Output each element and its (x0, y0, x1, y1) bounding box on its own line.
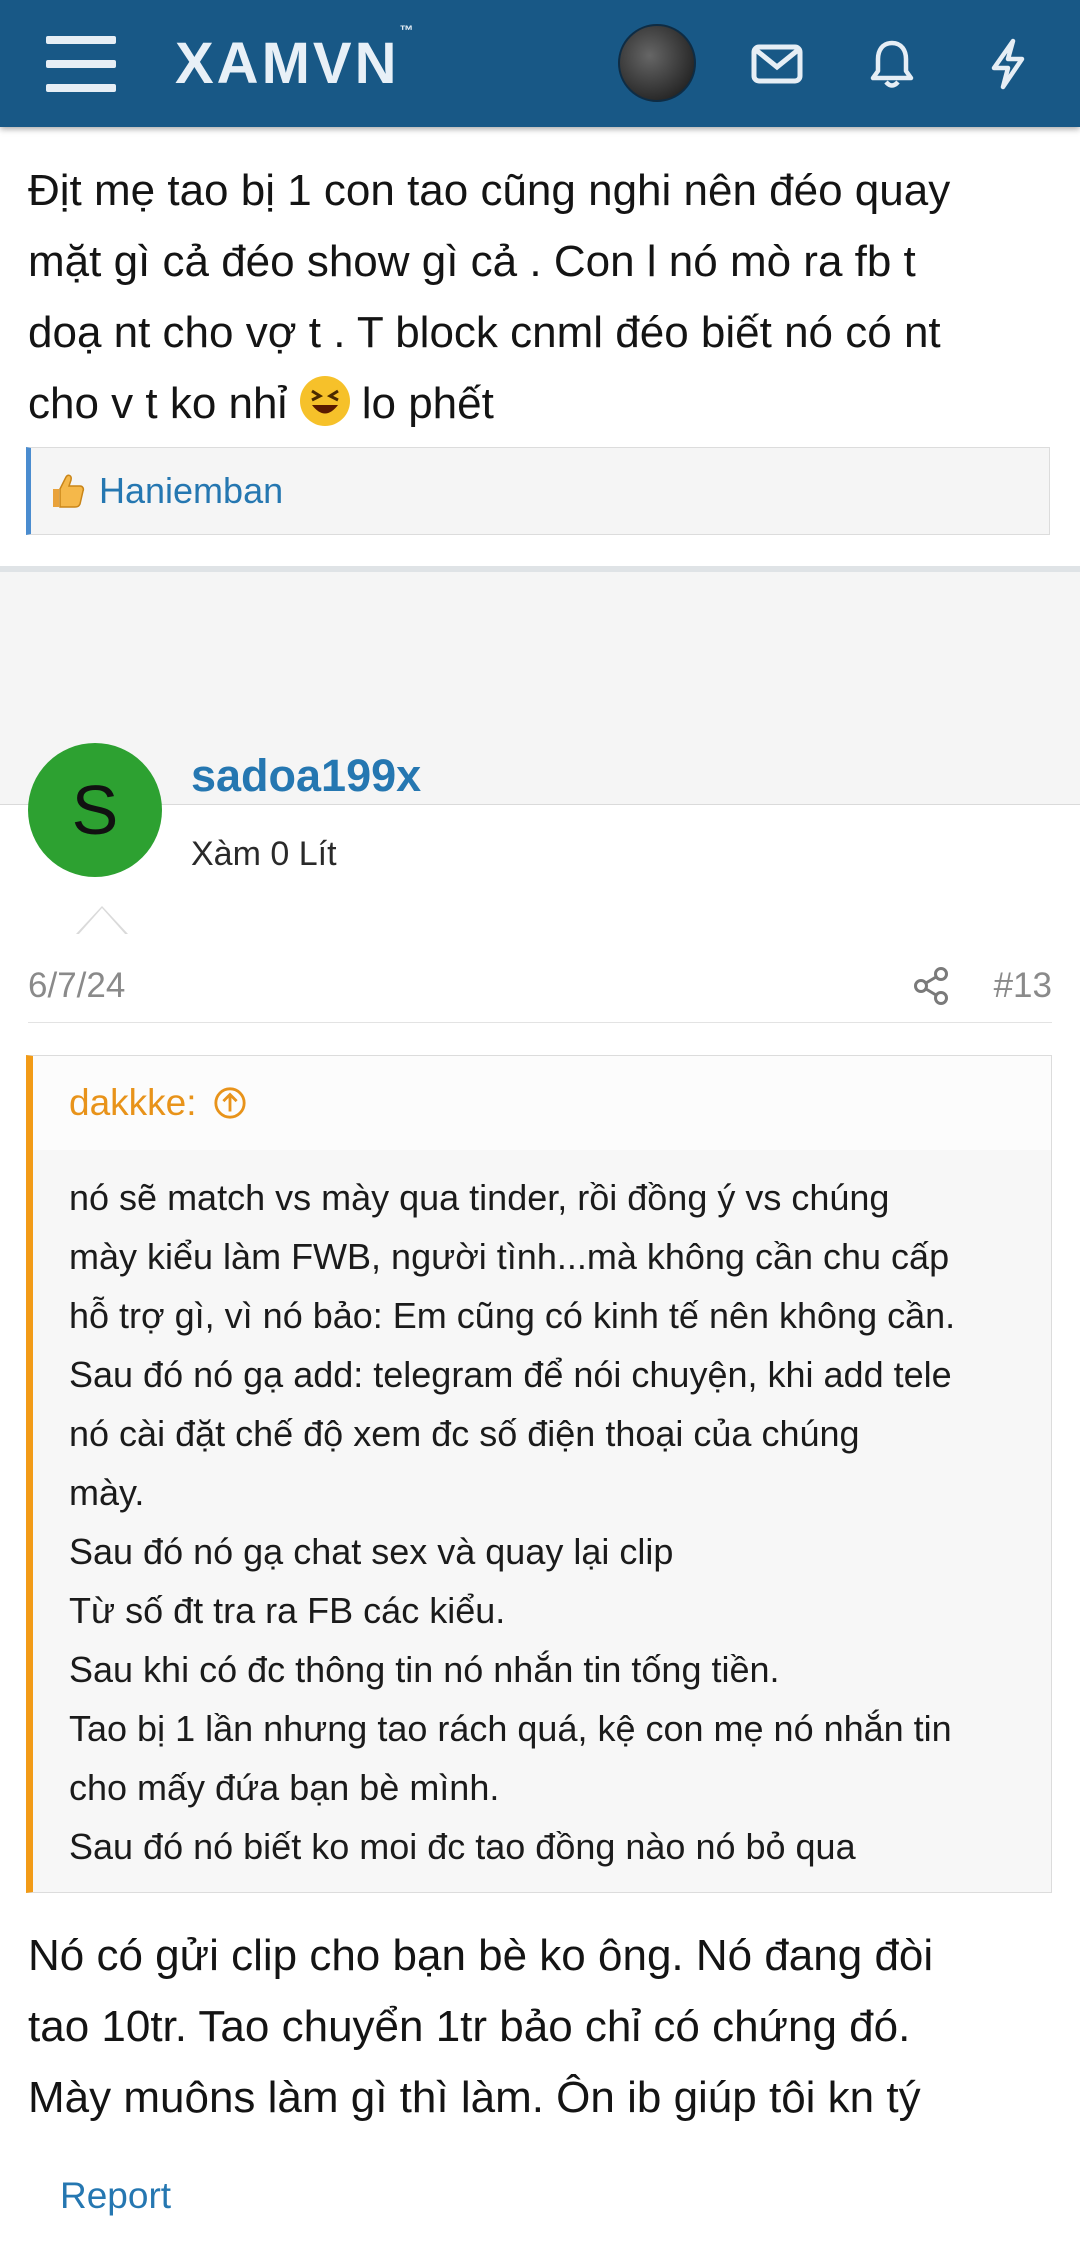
meta-divider (28, 1022, 1052, 1023)
quote-line: hỗ trợ gì, vì nó bảo: Em cũng có kinh tế… (69, 1295, 956, 1336)
menu-icon[interactable] (46, 36, 116, 92)
post-line-text: cho v t ko nhỉ (28, 379, 288, 428)
quote-body: nó sẽ match vs mày qua tinder, rồi đồng … (33, 1150, 1051, 1876)
avatar-letter: S (71, 771, 119, 849)
share-icon[interactable] (912, 966, 950, 1015)
laughing-emoji-icon (299, 376, 350, 426)
quote-line: cho mấy đứa bạn bè mình. (69, 1767, 500, 1808)
site-logo[interactable]: XAMVN™ (175, 22, 416, 97)
post-line: cho v t ko nhỉ lo phết (28, 368, 1052, 439)
post-line: mặt gì cả đéo show gì cả . Con l nó mò r… (28, 237, 916, 286)
logo-tm: ™ (399, 21, 417, 38)
quote-header[interactable]: dakkke: (33, 1056, 1051, 1150)
quote-line: Sau đó nó biết ko moi đc tao đồng nào nó… (69, 1826, 856, 1867)
lightning-icon[interactable] (978, 34, 1038, 94)
post-line: Nó có gửi clip cho bạn bè ko ông. Nó đan… (28, 1931, 934, 1980)
quote-line: Sau khi có đc thông tin nó nhắn tin tống… (69, 1649, 780, 1690)
report-link-2[interactable]: Report (30, 2175, 171, 2217)
post-body: Địt mẹ tao bị 1 con tao cũng nghi nên đé… (0, 127, 1080, 439)
quote-line: Sau đó nó gạ add: telegram để nói chuyện… (69, 1354, 952, 1395)
arrow-up-circle-icon[interactable] (213, 1086, 247, 1120)
thumbs-up-icon (53, 474, 85, 508)
user-title: Xàm 0 Lít (191, 835, 337, 873)
thread-content: Địt mẹ tao bị 1 con tao cũng nghi nên đé… (0, 127, 1080, 519)
post-line: Địt mẹ tao bị 1 con tao cũng nghi nên đé… (28, 166, 951, 215)
post-number[interactable]: #13 (994, 966, 1052, 1006)
bell-icon[interactable] (862, 34, 922, 94)
quote-line: nó sẽ match vs mày qua tinder, rồi đồng … (69, 1177, 890, 1218)
quote-author[interactable]: dakkke: (69, 1082, 197, 1124)
quote-line: mày kiểu làm FWB, người tình...mà không … (69, 1236, 950, 1277)
post-date[interactable]: 6/7/24 (28, 966, 125, 1006)
mail-icon[interactable] (747, 34, 807, 94)
top-navbar: XAMVN™ (0, 0, 1080, 127)
quote-line: Tao bị 1 lần nhưng tao rách quá, kệ con … (69, 1708, 952, 1749)
user-info-bar (0, 572, 1080, 805)
quote-line: Sau đó nó gạ chat sex và quay lại clip (69, 1531, 674, 1572)
reactions-bar[interactable]: Haniemban (26, 447, 1050, 535)
user-bar-pointer (76, 906, 128, 935)
post-body-2: Nó có gửi clip cho bạn bè ko ông. Nó đan… (28, 1920, 1068, 2133)
avatar[interactable] (618, 24, 696, 102)
post-line: tao 10tr. Tao chuyển 1tr bảo chỉ có chứn… (28, 2002, 911, 2051)
post-meta: 6/7/24 #13 (28, 966, 1052, 1012)
username[interactable]: sadoa199x (191, 750, 421, 802)
quote-line: mày. (69, 1472, 145, 1513)
quote-line: nó cài đặt chế độ xem đc số điện thoại c… (69, 1413, 860, 1454)
quote-line: Từ số đt tra ra FB các kiểu. (69, 1590, 506, 1631)
post-line: Mày muôns làm gì thì làm. Ôn ib giúp tôi… (28, 2073, 921, 2122)
post-line: doạ nt cho vợ t . T block cnml đéo biết … (28, 308, 941, 357)
user-avatar[interactable]: S (28, 743, 162, 877)
logo-text: XAMVN (175, 31, 400, 96)
reaction-user[interactable]: Haniemban (99, 470, 283, 512)
post-line-text: lo phết (361, 379, 494, 428)
quote-block: dakkke: nó sẽ match vs mày qua tinder, r… (26, 1055, 1052, 1893)
